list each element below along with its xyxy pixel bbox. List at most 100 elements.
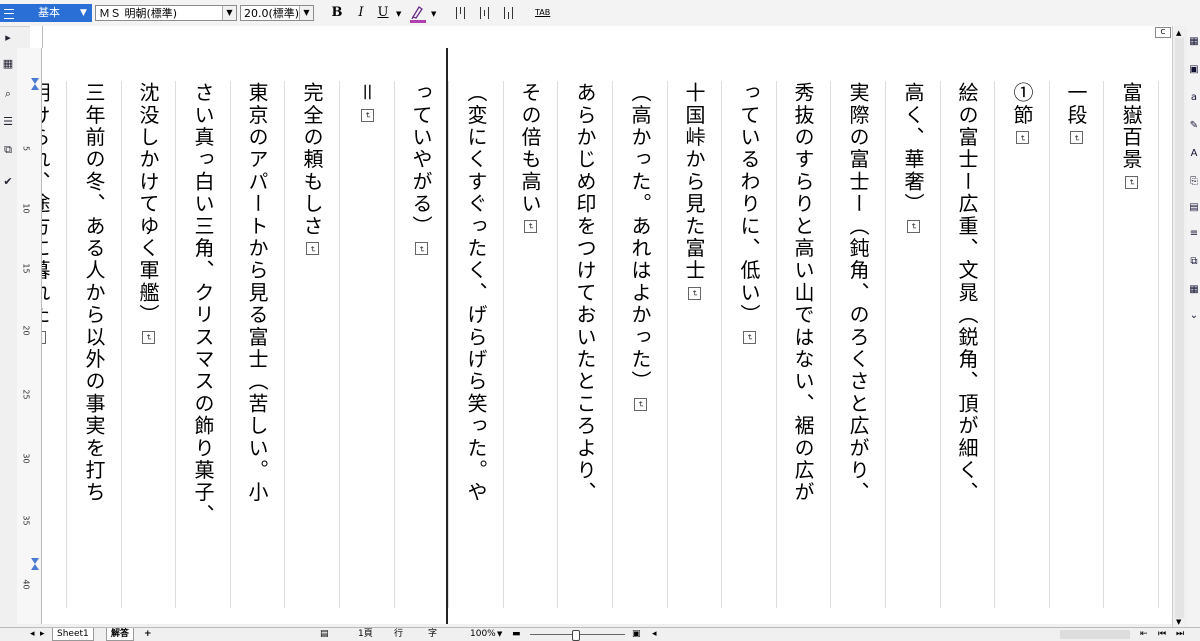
grid-icon[interactable]: ▦: [1188, 36, 1200, 48]
vertical-ruler[interactable]: 5 10 15 20 25 30 35 40: [17, 48, 42, 624]
table-icon[interactable]: ▦: [1188, 284, 1200, 296]
text-column[interactable]: 富嶽百景: [1116, 82, 1146, 602]
text-column[interactable]: っていやがる）: [406, 82, 436, 602]
text-column[interactable]: （高かった。あれはよかった）: [625, 82, 655, 602]
text-column[interactable]: 実際の富士ー（鈍角、のろくさと広がり、: [843, 82, 873, 602]
pen-icon: [411, 6, 423, 20]
zoom-out-icon[interactable]: ▬: [512, 628, 521, 641]
search-icon[interactable]: ⌕: [2, 88, 14, 100]
align-top-icon[interactable]: [455, 7, 467, 19]
list-icon[interactable]: ☰: [2, 116, 14, 128]
gridline: [830, 81, 831, 608]
column-text: （高かった。あれはよかった）: [628, 82, 652, 393]
chevron-down-icon[interactable]: ▼: [299, 6, 313, 20]
text-color-button[interactable]: [410, 5, 426, 21]
link-icon[interactable]: ⎘: [1188, 176, 1200, 188]
column-text: 三年前の冬、ある人から以外の事実を打ち: [82, 82, 106, 504]
first-page-icon[interactable]: ⏮: [1158, 628, 1166, 641]
text-column[interactable]: ＝: [352, 82, 382, 602]
ruler-mode-box[interactable]: C: [1155, 27, 1171, 38]
chevron-down-icon[interactable]: ▼: [222, 6, 236, 20]
font-name-combo[interactable]: ＭＳ 明朝(標準) ▼: [95, 5, 237, 21]
text-column[interactable]: （変にくすぐったく、げらげら笑った。や: [461, 82, 491, 602]
scroll-up-icon[interactable]: ▲: [1176, 29, 1181, 37]
gridline: [667, 81, 668, 608]
font-icon[interactable]: A: [1188, 148, 1200, 160]
sheet-tab[interactable]: Sheet1: [52, 628, 94, 641]
text-column[interactable]: 東京のアパートから見る富士（苦しい。小: [242, 82, 272, 602]
check-icon[interactable]: ✔: [2, 176, 14, 188]
font-size-combo[interactable]: 20.0(標準) ▼: [240, 5, 314, 21]
zoom-slider-thumb[interactable]: [572, 630, 580, 641]
collapse-icon[interactable]: ⇤: [1140, 628, 1148, 641]
triangle-right-icon[interactable]: ▸: [2, 32, 14, 44]
scroll-right-icon[interactable]: ▸: [40, 628, 45, 641]
column-text: 実際の富士ー（鈍角、のろくさと広がり、: [846, 82, 870, 504]
ruler-number: 40: [21, 579, 31, 590]
text-column[interactable]: 秀抜のすらりと高い山ではない、裾の広が: [788, 82, 818, 602]
document-area[interactable]: 富嶽百景 一段 ①節 絵の富士ー広重、文晁（鋭角、頂が細く、 高く、華奢） 実際の富士ー（…: [42, 48, 1172, 624]
scroll-thumb[interactable]: [1175, 38, 1184, 618]
text-column[interactable]: 一段: [1061, 82, 1091, 602]
italic-button[interactable]: I: [354, 5, 368, 21]
text-column[interactable]: さい真っ白い三角、クリスマスの飾り菓子、: [188, 82, 218, 602]
zoom-chevron-icon[interactable]: ▼: [497, 628, 502, 641]
pen-icon[interactable]: ✎: [1188, 120, 1200, 132]
sheet-tab-active[interactable]: 解答: [106, 628, 135, 641]
text-color-chevron-icon[interactable]: ▼: [431, 10, 436, 18]
text-column[interactable]: その倍も高い: [515, 82, 545, 602]
text-column[interactable]: 完全の頼もしさ: [297, 82, 327, 602]
indent-marker-bottom[interactable]: [31, 84, 39, 90]
horizontal-scroll-thumb[interactable]: [1060, 630, 1130, 639]
gridline: [776, 81, 777, 608]
end-marker-bottom[interactable]: [31, 564, 39, 570]
list-icon[interactable]: ≡: [1188, 228, 1200, 240]
zoom-level[interactable]: 100%: [470, 628, 496, 641]
column-text: 一段: [1064, 82, 1088, 127]
line-indicator: 行: [394, 629, 404, 639]
chevron-down-icon: ▼: [80, 8, 87, 18]
gridline: [448, 81, 449, 608]
return-mark-icon: [688, 286, 701, 300]
copy-icon[interactable]: ⧉: [2, 144, 14, 156]
underline-button[interactable]: U: [376, 5, 390, 21]
gridline: [1049, 81, 1050, 608]
return-mark-icon: [306, 242, 319, 256]
gridline: [885, 81, 886, 608]
tab-button[interactable]: TAB: [535, 8, 550, 17]
return-mark-icon: [743, 331, 756, 345]
text-column[interactable]: 三年前の冬、ある人から以外の事実を打ち: [79, 82, 109, 602]
column-text: 東京のアパートから見る富士（苦しい。小: [245, 82, 269, 504]
add-sheet-button[interactable]: +: [144, 628, 152, 641]
text-column[interactable]: 十国峠から見た富士: [679, 82, 709, 602]
grid-icon[interactable]: ▦: [2, 58, 14, 70]
gridline: [394, 81, 395, 608]
chevron-down-icon[interactable]: ⌄: [1188, 310, 1200, 322]
paragraph-style-label: 基本: [38, 6, 60, 19]
scroll-down-icon[interactable]: ▼: [1176, 618, 1181, 626]
image-icon[interactable]: ▣: [1188, 64, 1200, 76]
text-column[interactable]: 沈没しかけてゆく軍艦）: [133, 82, 163, 602]
scroll-left-icon[interactable]: ◂: [652, 628, 657, 641]
text-column[interactable]: っているわりに、低い）: [734, 82, 764, 602]
underline-options-chevron-icon[interactable]: ▼: [396, 10, 401, 18]
last-page-icon[interactable]: ⏭: [1176, 628, 1184, 641]
text-column[interactable]: ①節: [1007, 82, 1037, 602]
vertical-scrollbar[interactable]: ▲ ▼: [1172, 26, 1187, 631]
bold-button[interactable]: B: [330, 5, 344, 21]
scroll-left-icon[interactable]: ◂: [30, 628, 35, 641]
text-column[interactable]: 高く、華奢）: [898, 82, 928, 602]
zoom-in-icon[interactable]: ▣: [632, 628, 641, 641]
align-center-icon[interactable]: [479, 7, 491, 19]
text-icon[interactable]: a: [1188, 92, 1200, 104]
text-column[interactable]: 明けられ、途方に暮れた: [42, 82, 54, 602]
align-bottom-icon[interactable]: [503, 7, 515, 19]
horizontal-ruler[interactable]: [30, 26, 1172, 49]
text-column[interactable]: 絵の富士ー広重、文晁（鋭角、頂が細く、: [952, 82, 982, 602]
copy-icon[interactable]: ⧉: [1188, 256, 1200, 268]
paragraph-style-dropdown[interactable]: 基本 ▼: [0, 4, 92, 22]
text-column[interactable]: あらかじめ印をつけておいたところより、: [570, 82, 600, 602]
page-layout-icon[interactable]: ▤: [320, 628, 329, 641]
column-text: 高く、華奢）: [901, 82, 925, 216]
window-icon[interactable]: ▤: [1188, 202, 1200, 214]
